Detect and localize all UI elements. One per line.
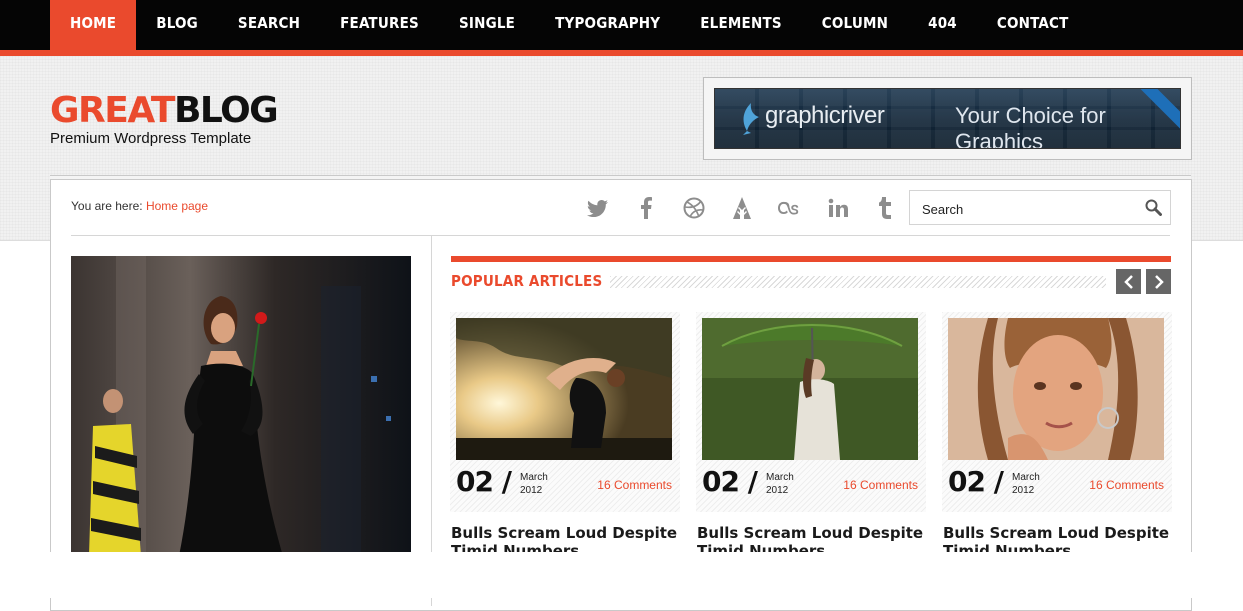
article-photo-illustration <box>702 318 918 460</box>
logo-blog-text: BLOG <box>173 90 279 131</box>
article-photo-illustration <box>456 318 672 460</box>
nav-item-404[interactable]: 404 <box>908 0 977 50</box>
article-year: 2012 <box>766 485 789 496</box>
article-card: 02 / March 2012 16 Comments <box>450 312 680 512</box>
lastfm-icon[interactable] <box>766 193 814 223</box>
article-day: 02 / <box>702 465 758 498</box>
article-month: March <box>1012 472 1040 483</box>
search-input[interactable] <box>920 199 1134 219</box>
social-icons <box>574 193 910 223</box>
search-box <box>909 190 1171 225</box>
featured-image[interactable] <box>71 256 411 556</box>
top-navigation: HOME BLOG SEARCH FEATURES SINGLE TYPOGRA… <box>0 0 1243 56</box>
ad-banner-frame: graphicriver Your Choice for Graphics <box>703 77 1192 160</box>
logo-tagline: Premium Wordpress Template <box>50 130 252 147</box>
facebook-icon[interactable] <box>622 193 670 223</box>
nav-item-elements[interactable]: ELEMENTS <box>680 0 802 50</box>
article-date: March 2012 <box>766 471 794 497</box>
nav-item-single[interactable]: SINGLE <box>439 0 535 50</box>
article-month: March <box>766 472 794 483</box>
linkedin-icon[interactable] <box>814 193 862 223</box>
forrst-icon[interactable] <box>718 193 766 223</box>
article-year: 2012 <box>1012 485 1035 496</box>
article-day: 02 / <box>456 465 512 498</box>
article-day: 02 / <box>948 465 1004 498</box>
header-divider <box>71 235 1170 236</box>
carousel-next-button[interactable] <box>1146 269 1171 294</box>
chevron-right-icon <box>1154 274 1164 289</box>
viewport-cutoff <box>0 552 1243 598</box>
tumblr-icon[interactable] <box>862 193 910 223</box>
nav-item-search[interactable]: SEARCH <box>218 0 320 50</box>
breadcrumb-home-link[interactable]: Home page <box>146 199 208 213</box>
article-thumbnail[interactable] <box>948 318 1164 460</box>
banner-brand: graphicriver <box>765 102 885 129</box>
article-year: 2012 <box>520 485 543 496</box>
column-divider <box>431 236 432 606</box>
nav-item-typography[interactable]: TYPOGRAPHY <box>535 0 680 50</box>
breadcrumb-prefix: You are here: <box>71 199 143 213</box>
nav-item-contact[interactable]: CONTACT <box>977 0 1089 50</box>
banner-slogan: Your Choice for Graphics <box>955 103 1106 149</box>
popular-title-hatch <box>576 276 1106 288</box>
article-date: March 2012 <box>1012 471 1040 497</box>
article-comments-link[interactable]: 16 Comments <box>597 478 672 492</box>
breadcrumb: You are here: Home page <box>71 199 208 213</box>
nav-item-home[interactable]: HOME <box>50 0 137 50</box>
article-photo-illustration <box>948 318 1164 460</box>
ad-banner[interactable]: graphicriver Your Choice for Graphics <box>714 88 1181 149</box>
article-card: 02 / March 2012 16 Comments <box>696 312 926 512</box>
article-thumbnail[interactable] <box>702 318 918 460</box>
graphicriver-fish-icon <box>743 103 759 135</box>
nav-item-column[interactable]: COLUMN <box>802 0 908 50</box>
nav-item-features[interactable]: FEATURES <box>320 0 439 50</box>
search-icon[interactable] <box>1145 199 1162 216</box>
article-comments-link[interactable]: 16 Comments <box>843 478 918 492</box>
article-month: March <box>520 472 548 483</box>
nav-menu: HOME BLOG SEARCH FEATURES SINGLE TYPOGRA… <box>0 0 1243 50</box>
logo-title: GREATBLOG <box>50 93 279 129</box>
chevron-left-icon <box>1123 274 1133 289</box>
article-comments-link[interactable]: 16 Comments <box>1089 478 1164 492</box>
site-logo[interactable]: GREATBLOG Premium Wordpress Template <box>50 93 279 148</box>
popular-accent-bar <box>451 256 1171 262</box>
article-card: 02 / March 2012 16 Comments <box>942 312 1172 512</box>
article-thumbnail[interactable] <box>456 318 672 460</box>
logo-great-text: GREAT <box>50 90 175 131</box>
twitter-icon[interactable] <box>574 193 622 223</box>
carousel-prev-button[interactable] <box>1116 269 1141 294</box>
popular-articles-title: POPULAR ARTICLES <box>451 272 611 290</box>
article-date: March 2012 <box>520 471 548 497</box>
featured-photo-illustration <box>71 256 411 556</box>
dribbble-icon[interactable] <box>670 193 718 223</box>
nav-item-blog[interactable]: BLOG <box>136 0 218 50</box>
